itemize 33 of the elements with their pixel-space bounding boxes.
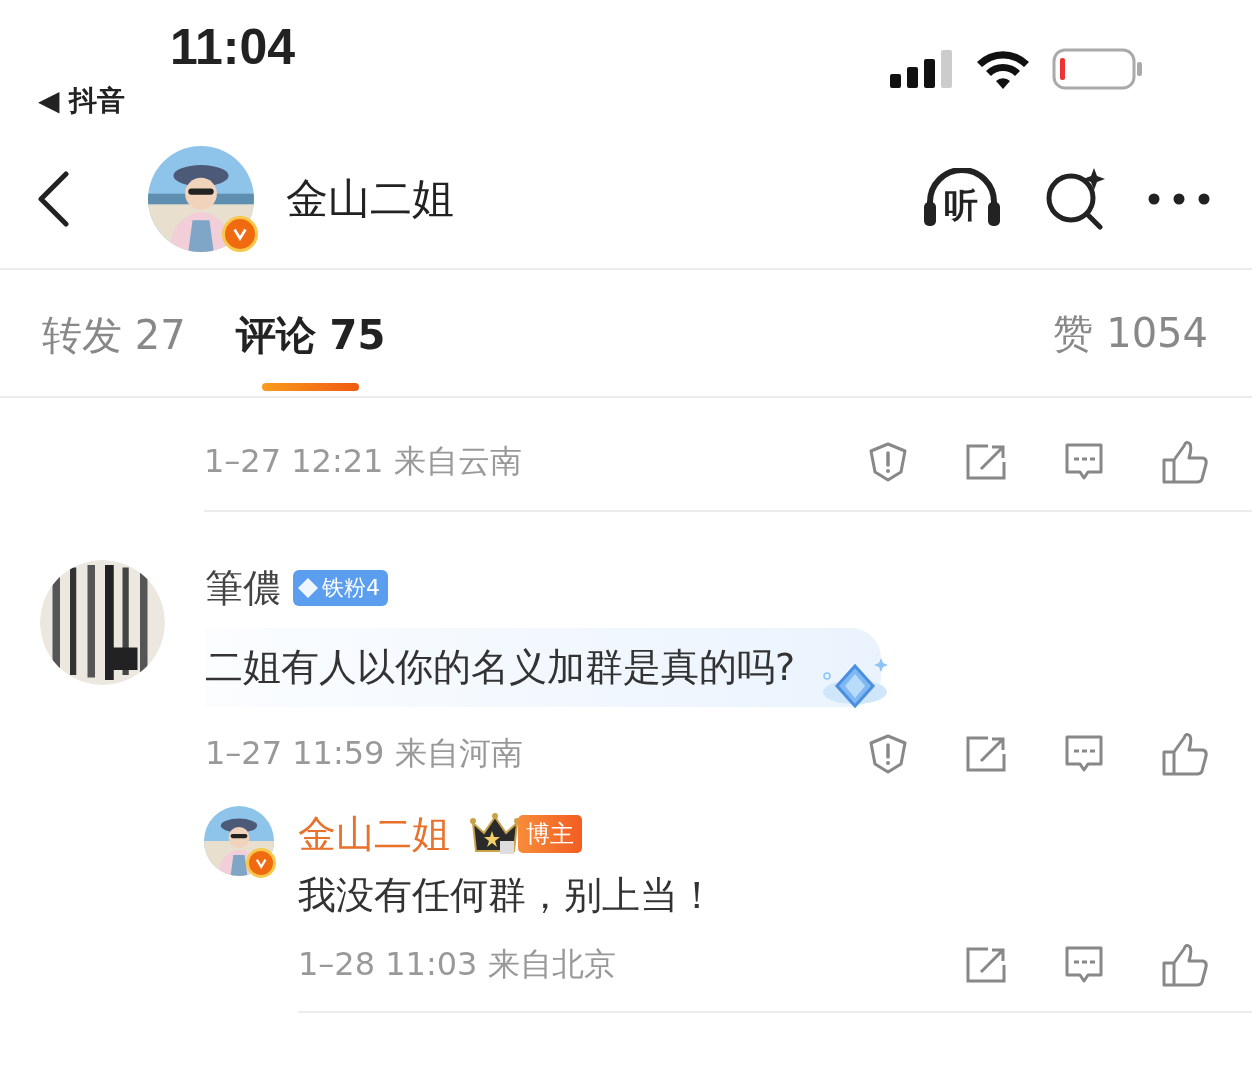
tab[interactable]: 评论 75 bbox=[235, 281, 386, 395]
commenter-name[interactable]: 筆儂 bbox=[205, 562, 281, 614]
comment-text: 二姐有人以你的名义加群是真的吗? bbox=[205, 627, 882, 707]
signal-icon bbox=[890, 50, 954, 88]
comment-icon[interactable] bbox=[1064, 945, 1104, 985]
comment-time-location: 1–27 11:59 来自河南 bbox=[205, 733, 523, 774]
thumbs-up-icon[interactable] bbox=[1162, 440, 1208, 484]
likes-tab[interactable]: 赞 1054 bbox=[1053, 305, 1208, 361]
fan-level-badge: 铁粉4 bbox=[293, 570, 388, 606]
wifi-icon bbox=[976, 49, 1030, 89]
listen-button[interactable]: 听 bbox=[922, 168, 1002, 230]
share-icon[interactable] bbox=[966, 947, 1006, 983]
more-icon[interactable] bbox=[1148, 193, 1210, 205]
account-name: 金山二姐 bbox=[286, 173, 454, 225]
comment-text: 我没有任何群，别上当！ bbox=[298, 872, 716, 919]
search-icon[interactable] bbox=[1044, 168, 1106, 230]
report-icon[interactable] bbox=[868, 442, 908, 482]
crown-icon bbox=[470, 813, 520, 855]
report-icon[interactable] bbox=[868, 734, 908, 774]
battery-icon bbox=[1052, 48, 1144, 90]
thumbs-up-icon[interactable] bbox=[1162, 943, 1208, 987]
tab[interactable]: 转发 27 bbox=[42, 281, 186, 395]
comment-icon[interactable] bbox=[1064, 442, 1104, 482]
share-icon[interactable] bbox=[966, 444, 1006, 480]
back-icon[interactable] bbox=[36, 171, 70, 227]
share-icon[interactable] bbox=[966, 736, 1006, 772]
comment-time-location: 1–27 12:21 来自云南 bbox=[204, 441, 522, 482]
comment-time-location: 1–28 11:03 来自北京 bbox=[298, 944, 616, 985]
thumbs-up-icon[interactable] bbox=[1162, 732, 1208, 776]
status-time: 11:04 bbox=[170, 18, 296, 76]
comment-icon[interactable] bbox=[1064, 734, 1104, 774]
blogger-badge: 博主 bbox=[518, 815, 582, 853]
back-to-app-link[interactable]: ◀ 抖音 bbox=[38, 82, 296, 120]
